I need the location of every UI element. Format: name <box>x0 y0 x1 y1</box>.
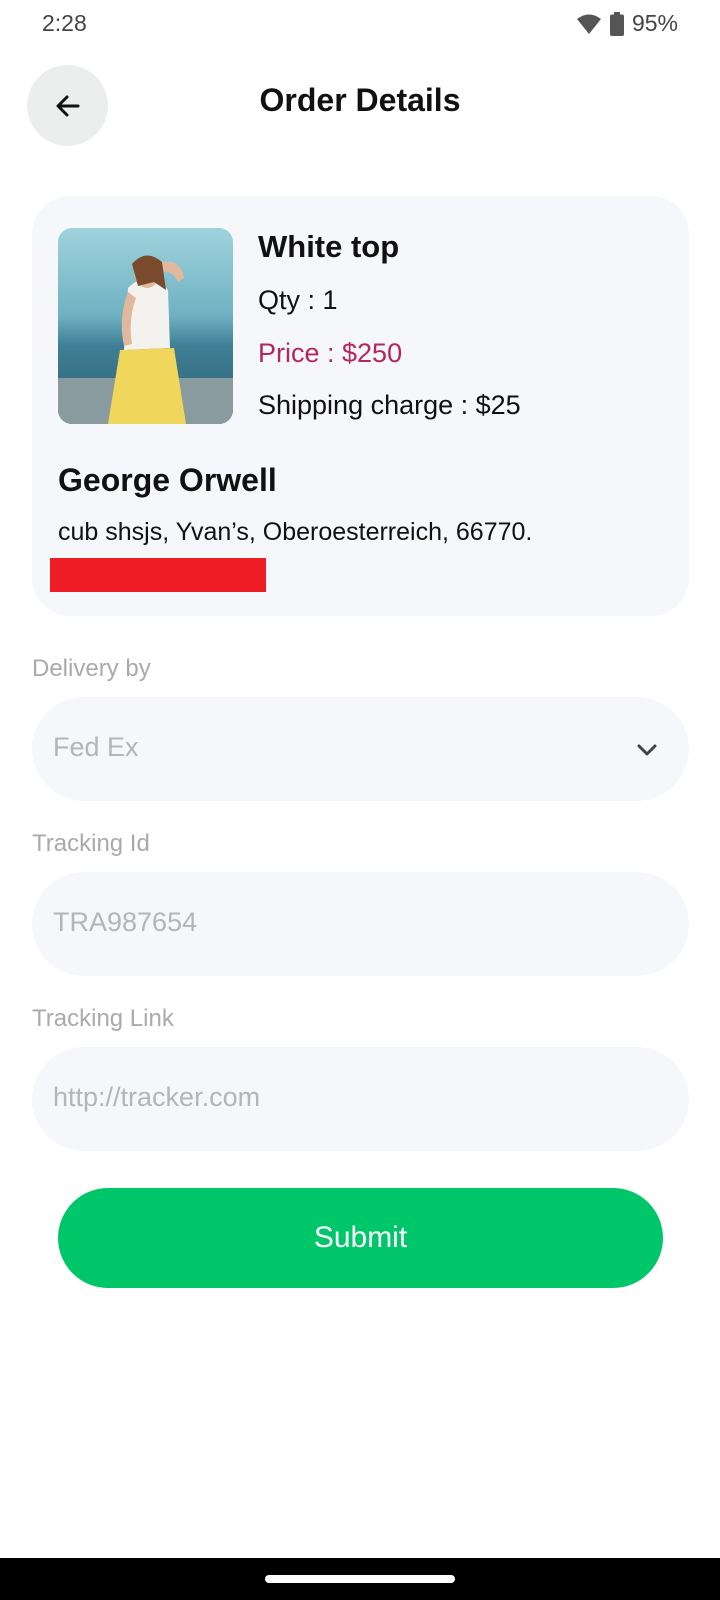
product-price: Price : $250 <box>258 338 403 368</box>
delivery-select[interactable]: Fed Ex <box>32 697 689 801</box>
battery-percent: 95% <box>631 10 678 36</box>
submit-button[interactable]: Submit <box>58 1188 663 1288</box>
delivery-value: Fed Ex <box>53 732 139 762</box>
tracking-id-input[interactable] <box>53 907 573 938</box>
status-bar: 2:28 95% <box>0 0 720 50</box>
status-icons: 95% <box>576 10 678 37</box>
delivery-label: Delivery by <box>32 655 151 682</box>
battery-icon <box>609 11 624 36</box>
system-nav-bar <box>0 1558 720 1600</box>
status-time: 2:28 <box>42 10 87 36</box>
customer-name: George Orwell <box>58 462 277 498</box>
tracking-link-label: Tracking Link <box>32 1005 174 1032</box>
home-indicator[interactable] <box>265 1575 455 1583</box>
customer-address: cub shsjs, Yvan’s, Oberoesterreich, 6677… <box>58 518 533 546</box>
redaction-bar <box>50 558 266 592</box>
product-qty: Qty : 1 <box>258 285 338 315</box>
product-photo <box>58 228 233 424</box>
page-title: Order Details <box>259 82 461 118</box>
tracking-link-field-box <box>32 1047 689 1151</box>
product-image <box>58 228 233 424</box>
wifi-icon <box>576 14 601 34</box>
tracking-id-label: Tracking Id <box>32 830 150 857</box>
shipping-charge: Shipping charge : $25 <box>258 390 521 420</box>
chevron-down-icon <box>637 744 657 756</box>
tracking-id-field-box <box>32 872 689 976</box>
order-card: White top Qty : 1 Price : $250 Shipping … <box>32 196 689 616</box>
tracking-link-input[interactable] <box>53 1082 573 1113</box>
product-name: White top <box>258 229 400 264</box>
